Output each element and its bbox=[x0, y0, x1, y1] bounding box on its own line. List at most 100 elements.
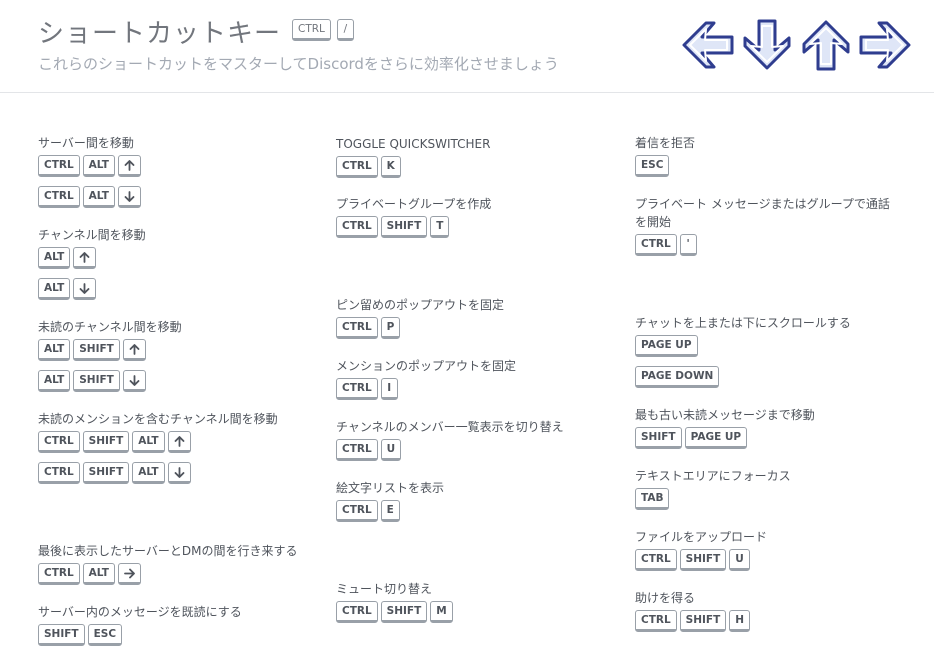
key-cap: CTRL bbox=[336, 216, 378, 238]
arrow-up-icon bbox=[73, 247, 97, 269]
shortcut-group: 絵文字リストを表示 CTRL E bbox=[336, 479, 444, 524]
key-cap: SHIFT bbox=[380, 216, 428, 238]
key-cap: ESC bbox=[635, 155, 670, 177]
key-cap: ALT bbox=[38, 247, 71, 269]
shortcut-label: サーバー内のメッセージを既読にする bbox=[38, 605, 242, 619]
key-combination: CTRL SHIFT U bbox=[635, 549, 767, 573]
key-combination: CTRL SHIFT T bbox=[336, 216, 491, 240]
shortcut-group: 着信を拒否 ESC bbox=[635, 134, 695, 179]
key-cap: M bbox=[430, 601, 453, 623]
key-cap: CTRL bbox=[336, 156, 378, 178]
key-cap: CTRL bbox=[38, 563, 80, 585]
key-cap: CTRL bbox=[336, 601, 378, 623]
shortcut-label: 着信を拒否 bbox=[635, 136, 696, 150]
arrow-right-icon bbox=[859, 21, 911, 69]
key-combination: CTRL P bbox=[336, 317, 504, 341]
key-cap: ALT bbox=[82, 186, 115, 208]
key-cap: CTRL bbox=[336, 378, 378, 400]
key-cap: TAB bbox=[635, 488, 670, 510]
shortcut-group: TOGGLE QUICKSWITCHER CTRL K bbox=[336, 135, 490, 180]
key-combination: CTRL K bbox=[336, 156, 490, 180]
shortcut-label: ファイルをアップロード bbox=[635, 530, 768, 544]
title-shortcut: CTRL / bbox=[292, 19, 354, 41]
key-cap: U bbox=[380, 439, 402, 461]
key-combination: CTRL E bbox=[336, 500, 444, 524]
key-cap: ALT bbox=[82, 155, 115, 177]
shortcut-label: ミュート切り替え bbox=[336, 582, 433, 596]
key-cap: ' bbox=[679, 234, 697, 256]
key-combination: CTRL SHIFT ALT bbox=[38, 431, 278, 455]
shortcut-group: ピン留めのポップアウトを固定 CTRL P bbox=[336, 296, 504, 341]
arrow-down-icon bbox=[122, 370, 146, 392]
shortcut-label: メンションのポップアウトを固定 bbox=[336, 359, 517, 373]
arrow-right-icon bbox=[117, 563, 141, 585]
key-cap: PAGE UP bbox=[684, 427, 748, 449]
arrow-left-icon bbox=[682, 21, 734, 69]
key-cap: P bbox=[380, 317, 401, 339]
shortcut-label: チャンネル間を移動 bbox=[38, 228, 146, 242]
shortcut-group: 未読のメンションを含むチャンネル間を移動 CTRL SHIFT ALT CTRL SHIF… bbox=[38, 410, 278, 486]
shortcut-label: テキストエリアにフォーカス bbox=[635, 469, 791, 483]
shortcut-group: テキストエリアにフォーカス TAB bbox=[635, 467, 791, 512]
shortcut-label: 助けを得る bbox=[635, 591, 696, 605]
arrow-up-icon bbox=[167, 431, 191, 453]
shortcut-label: プライベートグループを作成 bbox=[336, 197, 492, 211]
key-combination: CTRL SHIFT H bbox=[635, 610, 751, 634]
shortcut-group: ミュート切り替え CTRL SHIFT M bbox=[336, 580, 453, 625]
key-cap: CTRL bbox=[38, 186, 80, 208]
shortcut-group: プライベート メッセージまたはグループで通話を開始 CTRL ' bbox=[635, 195, 899, 258]
shortcut-label: 未読のチャンネル間を移動 bbox=[38, 320, 182, 334]
key-combination: PAGE UP bbox=[635, 335, 851, 359]
shortcut-group: 最も古い未読メッセージまで移動 SHIFT PAGE UP bbox=[635, 406, 815, 451]
shortcut-label: 最後に表示したサーバーとDMの間を行き来する bbox=[38, 544, 298, 558]
key-cap: ALT bbox=[38, 339, 71, 361]
key-cap: CTRL bbox=[336, 500, 378, 522]
key-cap: ALT bbox=[38, 278, 71, 300]
key-cap: SHIFT bbox=[73, 370, 120, 392]
key-cap: CTRL bbox=[38, 462, 80, 484]
key-combination: CTRL ALT bbox=[38, 563, 297, 587]
arrow-down-icon bbox=[117, 186, 141, 208]
shortcut-label: サーバー間を移動 bbox=[38, 136, 134, 150]
key-combination: ESC bbox=[635, 155, 695, 179]
shortcut-label: 絵文字リストを表示 bbox=[336, 481, 445, 495]
key-cap: CTRL bbox=[635, 610, 677, 632]
key-cap: SHIFT bbox=[380, 601, 428, 623]
key-cap: SHIFT bbox=[38, 624, 85, 646]
key-cap: SHIFT bbox=[82, 431, 130, 453]
arrow-down-icon bbox=[73, 278, 97, 300]
shortcut-label: チャンネルのメンバー一覧表示を切り替え bbox=[336, 420, 564, 434]
shortcut-group: プライベートグループを作成 CTRL SHIFT T bbox=[336, 195, 491, 240]
key-combination: CTRL SHIFT ALT bbox=[38, 462, 278, 486]
key-cap: ALT bbox=[82, 563, 115, 585]
shortcut-label: プライベート メッセージまたはグループで通話を開始 bbox=[635, 197, 890, 229]
key-combination: CTRL SHIFT M bbox=[336, 601, 453, 625]
key-combination: SHIFT ESC bbox=[38, 624, 242, 648]
key-cap: ALT bbox=[132, 462, 165, 484]
shortcut-group: 最後に表示したサーバーとDMの間を行き来する CTRL ALT bbox=[38, 542, 297, 587]
key-combination: CTRL ALT bbox=[38, 155, 141, 179]
key-combination: ALT SHIFT bbox=[38, 370, 182, 394]
key-cap: SHIFT bbox=[679, 610, 727, 632]
key-cap: SHIFT bbox=[635, 427, 682, 449]
key-cap: CTRL bbox=[38, 155, 80, 177]
shortcut-label: ピン留めのポップアウトを固定 bbox=[336, 298, 505, 312]
arrow-up-icon bbox=[802, 20, 850, 71]
key-cap: H bbox=[729, 610, 751, 632]
key-cap: ESC bbox=[87, 624, 123, 646]
arrow-down-icon bbox=[743, 19, 791, 70]
key-cap: CTRL bbox=[635, 234, 677, 256]
key-combination: CTRL ' bbox=[635, 234, 899, 258]
key-cap: SHIFT bbox=[679, 549, 727, 571]
key-combination: ALT bbox=[38, 247, 146, 271]
key-cap: I bbox=[380, 378, 398, 400]
page-subtitle: これらのショートカットをマスターしてDiscordをさらに効率化させましょう bbox=[38, 55, 559, 73]
shortcut-label: チャットを上または下にスクロールする bbox=[635, 316, 851, 330]
shortcut-group: 助けを得る CTRL SHIFT H bbox=[635, 589, 751, 634]
key-cap: E bbox=[380, 500, 400, 522]
arrow-down-icon bbox=[167, 462, 191, 484]
key-cap: ALT bbox=[38, 370, 71, 392]
key-cap: CTRL bbox=[336, 317, 378, 339]
key-cap: SHIFT bbox=[82, 462, 130, 484]
shortcut-group: サーバー間を移動 CTRL ALT CTRL ALT bbox=[38, 134, 141, 210]
